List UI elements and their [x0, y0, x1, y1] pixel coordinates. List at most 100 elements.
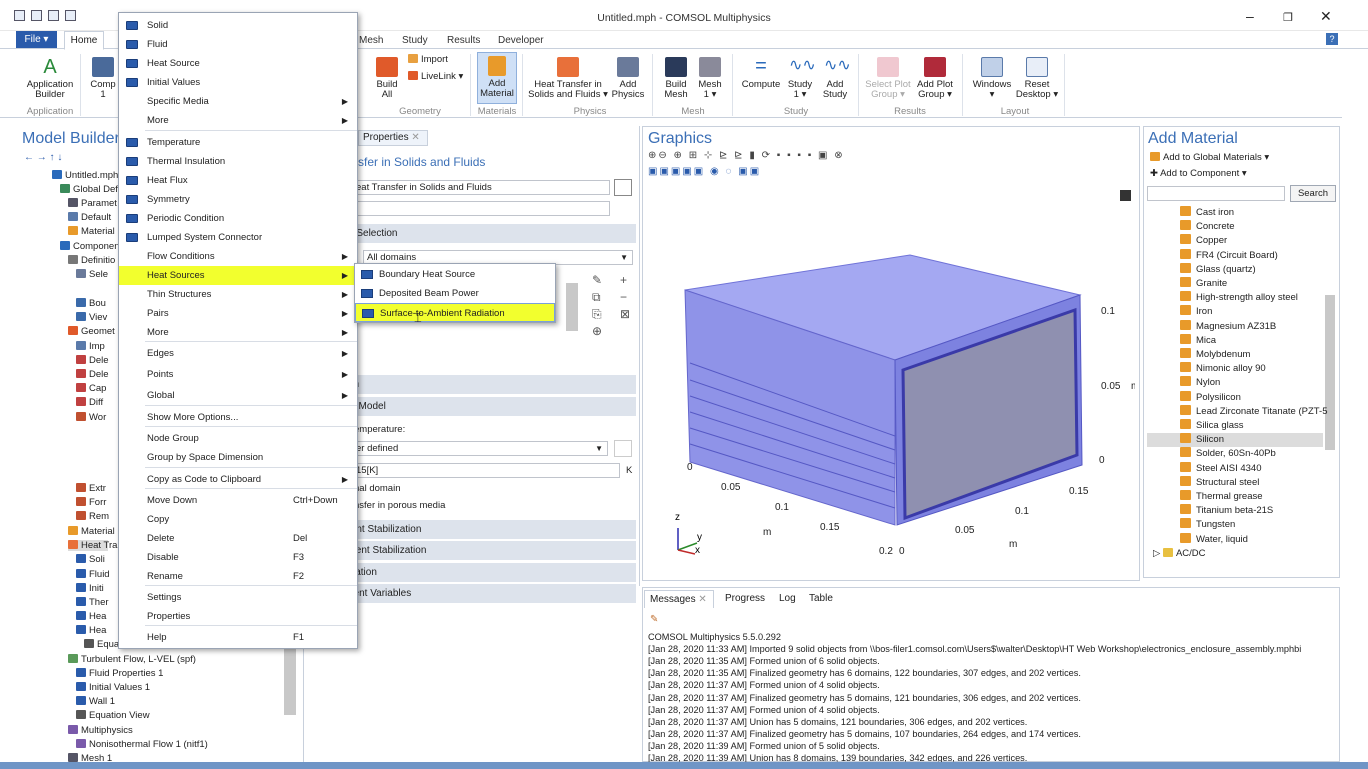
- tree-node[interactable]: Fluid Properties 1: [76, 668, 163, 679]
- search-button[interactable]: Search: [1290, 185, 1336, 202]
- tree-node[interactable]: Initi: [76, 583, 104, 594]
- tree-node[interactable]: Viev: [76, 312, 107, 323]
- tree-node[interactable]: Componen: [60, 241, 119, 252]
- menu-item-heat-sources[interactable]: Heat Sources ▶: [119, 266, 357, 285]
- option-domain[interactable]: nal domain: [354, 483, 400, 494]
- material-item[interactable]: Nimonic alloy 90: [1180, 362, 1266, 374]
- menu-item-rename[interactable]: Rename F2: [119, 567, 357, 586]
- material-item[interactable]: Glass (quartz): [1180, 262, 1256, 275]
- tab-log[interactable]: Log: [779, 593, 796, 604]
- material-item[interactable]: Silica glass: [1180, 419, 1244, 431]
- option-porous[interactable]: nsfer in porous media: [354, 500, 445, 511]
- tree-node[interactable]: Wall 1: [76, 696, 115, 707]
- tree-node[interactable]: Nonisothermal Flow 1 (nitf1): [76, 739, 208, 750]
- tree-node[interactable]: Soli: [76, 554, 105, 565]
- tree-node[interactable]: Equation View: [76, 710, 150, 721]
- windows-button[interactable]: Windows ▾: [970, 57, 1014, 100]
- study-1-button[interactable]: ∿∿ Study 1 ▾: [786, 57, 816, 100]
- help-icon[interactable]: ?: [1326, 33, 1338, 45]
- file-menu-button[interactable]: File ▾: [16, 31, 57, 48]
- selection-add-remove[interactable]: + − ⊠: [620, 272, 630, 323]
- tree-node[interactable]: Rem: [76, 511, 109, 522]
- tree-node[interactable]: Untitled.mph (r: [52, 170, 127, 181]
- tree-node[interactable]: Forr: [76, 497, 106, 508]
- component-button[interactable]: Comp 1: [88, 57, 118, 100]
- material-item[interactable]: Water, liquid: [1180, 532, 1248, 545]
- select-plot-group-button[interactable]: Select Plot Group ▾: [864, 57, 912, 100]
- label-field[interactable]: eat Transfer in Solids and Fluids: [352, 180, 610, 195]
- section-domain-selection[interactable]: n Selection: [340, 224, 636, 243]
- material-item[interactable]: Cast iron: [1180, 206, 1234, 218]
- material-item[interactable]: Copper: [1180, 234, 1227, 246]
- menu-item-heat-source[interactable]: Heat Source: [119, 54, 357, 73]
- tree-node[interactable]: Cap: [76, 383, 106, 394]
- tree-node[interactable]: Extr: [76, 483, 106, 494]
- add-material-button[interactable]: Add Material: [477, 52, 517, 104]
- material-item[interactable]: Mica: [1180, 333, 1216, 346]
- tree-node[interactable]: Paramet: [68, 198, 117, 209]
- menu-item-global[interactable]: Global ▶: [119, 386, 357, 405]
- selection-tools[interactable]: ✎ ⧉ ⎘ ⊕: [592, 272, 602, 340]
- tree-node[interactable]: Sele: [76, 269, 108, 280]
- menu-item-thermal-insulation[interactable]: Thermal Insulation: [119, 152, 357, 171]
- material-item[interactable]: High-strength alloy steel: [1180, 291, 1298, 303]
- material-item[interactable]: Nylon: [1180, 376, 1220, 388]
- material-folder-acdc[interactable]: ▷ AC/DC: [1153, 548, 1206, 559]
- tree-node[interactable]: Multiphysics: [68, 725, 133, 736]
- temp-options-icon[interactable]: [614, 440, 632, 457]
- menu-item-copy[interactable]: Copy: [119, 510, 357, 529]
- menu-item-initial-values[interactable]: Initial Values: [119, 73, 357, 92]
- tree-node[interactable]: Default: [68, 212, 111, 223]
- material-item[interactable]: Steel AISI 4340: [1180, 461, 1262, 474]
- menu-item-specific-media[interactable]: Specific Media ▶: [119, 92, 357, 111]
- add-plot-group-button[interactable]: Add Plot Group ▾: [914, 57, 956, 100]
- menu-item-flow-conditions[interactable]: Flow Conditions ▶: [119, 247, 357, 266]
- tree-node[interactable]: Imp: [76, 341, 105, 352]
- tree-node[interactable]: Initial Values 1: [76, 682, 150, 693]
- material-scrollbar[interactable]: [1325, 295, 1335, 450]
- compute-button[interactable]: = Compute: [740, 56, 782, 90]
- application-builder-button[interactable]: A Application Builder: [22, 57, 78, 100]
- menu-item-points[interactable]: Points ▶: [119, 365, 357, 384]
- name-field[interactable]: [352, 201, 610, 216]
- tab-home[interactable]: Home: [64, 31, 104, 50]
- menu-item-more[interactable]: More ▶: [119, 323, 357, 342]
- tab-properties[interactable]: Properties ✕: [358, 130, 428, 146]
- tab-messages[interactable]: Messages ✕: [644, 590, 714, 608]
- material-item[interactable]: Lead Zirconate Titanate (PZT-5: [1180, 404, 1327, 417]
- tree-node[interactable]: Dele: [76, 355, 109, 366]
- menu-item-edges[interactable]: Edges ▶: [119, 344, 357, 363]
- clear-messages-icon[interactable]: ✎: [650, 614, 658, 625]
- tab-progress[interactable]: Progress: [725, 593, 765, 604]
- tree-node[interactable]: Heat Tra: [68, 540, 117, 551]
- tree-node[interactable]: Diff: [76, 397, 103, 408]
- material-item[interactable]: Titanium beta-21S: [1180, 504, 1273, 516]
- material-item[interactable]: Molybdenum: [1180, 348, 1250, 360]
- material-item[interactable]: FR4 (Circuit Board): [1180, 248, 1278, 261]
- submenu-item-surface-to-ambient-radiation[interactable]: Surface-to-Ambient Radiation: [355, 303, 555, 322]
- reset-desktop-button[interactable]: Reset Desktop ▾: [1014, 57, 1060, 100]
- material-item[interactable]: Solder, 60Sn-40Pb: [1180, 447, 1276, 459]
- menu-item-node-group[interactable]: Node Group: [119, 429, 357, 448]
- tree-node[interactable]: Hea: [76, 611, 106, 622]
- material-item[interactable]: Granite: [1180, 277, 1227, 289]
- section-consistent-stab[interactable]: tent Stabilization: [340, 520, 636, 539]
- material-item[interactable]: Structural steel: [1180, 475, 1259, 488]
- menu-item-disable[interactable]: Disable F3: [119, 548, 357, 567]
- tree-node[interactable]: Global Defir: [60, 184, 123, 195]
- temperature-field[interactable]: 15[K]: [352, 463, 620, 478]
- material-item[interactable]: Silicon: [1180, 433, 1224, 445]
- material-item[interactable]: Tungsten: [1180, 518, 1235, 530]
- close-button[interactable]: ✕: [1320, 8, 1332, 25]
- minimize-button[interactable]: –: [1246, 8, 1254, 24]
- menu-item-lumped-system-connector[interactable]: Lumped System Connector: [119, 228, 357, 247]
- graphics-toolbar-2[interactable]: ▣▣▣▣▣ ◉ ◌ ▣▣: [648, 166, 761, 177]
- tab-developer[interactable]: Developer: [498, 35, 544, 46]
- menu-item-heat-flux[interactable]: Heat Flux: [119, 171, 357, 190]
- selection-scrollbar[interactable]: [566, 283, 578, 331]
- label-options-icon[interactable]: [614, 179, 632, 196]
- menu-item-periodic-condition[interactable]: Periodic Condition: [119, 209, 357, 228]
- menu-item-temperature[interactable]: Temperature: [119, 133, 357, 152]
- model-builder-toolbar[interactable]: ← → ↑ ↓: [24, 152, 62, 163]
- menu-item-thin-structures[interactable]: Thin Structures ▶: [119, 285, 357, 304]
